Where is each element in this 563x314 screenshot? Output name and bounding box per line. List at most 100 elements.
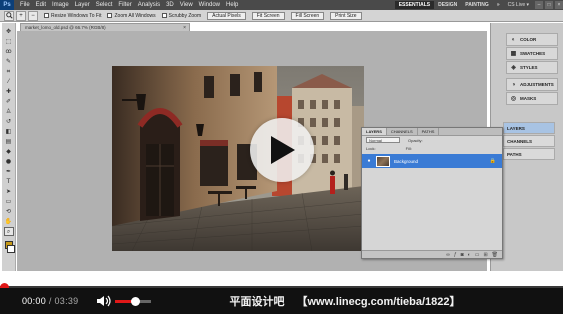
print-size-button[interactable]: Print Size — [330, 11, 362, 20]
type-tool-icon[interactable]: T — [4, 177, 14, 186]
quick-select-tool-icon[interactable]: ✎ — [4, 57, 14, 66]
color-panel-button[interactable]: ◐ COLOR — [506, 33, 558, 46]
menu-window[interactable]: Window — [199, 2, 220, 8]
eraser-tool-icon[interactable]: ◧ — [4, 127, 14, 136]
document-tab[interactable]: market_lomo_old.psd @ 66.7% (RGB/8) × — [20, 23, 190, 31]
zoom-tool-icon[interactable] — [4, 10, 14, 21]
color-panel-label: COLOR — [520, 37, 537, 42]
layer-name: Background — [394, 158, 419, 164]
panel-dock-layers-group: LAYERS CHANNELS PATHS — [503, 122, 558, 161]
menu-layer[interactable]: Layer — [75, 2, 90, 8]
masks-panel-button[interactable]: ◎ MASKS — [506, 92, 558, 105]
menu-bar: Ps File Edit Image Layer Select Filter A… — [0, 0, 563, 10]
menu-3d[interactable]: 3D — [166, 2, 174, 8]
layers-panel-button[interactable]: LAYERS — [503, 122, 555, 134]
workspace-painting[interactable]: PAINTING — [461, 1, 493, 9]
tab-layers[interactable]: LAYERS — [362, 128, 387, 135]
menu-help[interactable]: Help — [226, 2, 238, 8]
volume-icon[interactable] — [96, 295, 112, 307]
channels-panel-button[interactable]: CHANNELS — [503, 135, 555, 147]
volume-knob[interactable] — [131, 296, 141, 306]
menu-select[interactable]: Select — [96, 2, 113, 8]
add-mask-icon[interactable]: ◙ — [461, 252, 464, 258]
layers-panel-footer: ∞ ƒ ◙ ◐ ▭ ⊞ 🗑 — [362, 250, 502, 258]
street-photo-illustration — [112, 66, 364, 251]
gradient-tool-icon[interactable]: ▤ — [4, 137, 14, 146]
swatches-panel-button[interactable]: ▦ SWATCHES — [506, 47, 558, 60]
menu-image[interactable]: Image — [52, 2, 69, 8]
workspace-more[interactable]: » — [493, 1, 504, 9]
tab-channels[interactable]: CHANNELS — [387, 128, 418, 135]
opacity-label: Opacity: — [408, 137, 423, 143]
adjustments-panel-button[interactable]: ◑ ADJUSTMENTS — [506, 78, 558, 91]
play-button[interactable] — [250, 118, 314, 182]
move-tool-icon[interactable]: ✥ — [4, 27, 14, 36]
marquee-tool-icon[interactable]: ⬚ — [4, 37, 14, 46]
blur-tool-icon[interactable]: ◆ — [4, 147, 14, 156]
options-bar: + − Resize Windows To Fit Zoom All Windo… — [0, 10, 563, 22]
resize-windows-checkbox[interactable] — [44, 13, 49, 18]
duration: 03:39 — [54, 296, 79, 306]
new-layer-icon[interactable]: ⊞ — [483, 252, 487, 258]
zoom-in-icon[interactable]: + — [16, 10, 26, 21]
workspace-essentials[interactable]: ESSENTIALS — [394, 1, 435, 9]
toolbox: ✥ ⬚ ꝏ ✎ ⌗ ⁄ ✚ ✐ ♙ ↺ ◧ ▤ ◆ ● ✒ T ➤ ▭ ⟲ ✋ … — [2, 23, 16, 271]
pen-tool-icon[interactable]: ✒ — [4, 167, 14, 176]
photoshop-logo: Ps — [0, 0, 14, 10]
minimize-icon[interactable]: – — [535, 1, 543, 9]
layer-style-icon[interactable]: ƒ — [454, 252, 457, 258]
background-color-swatch[interactable] — [6, 245, 15, 253]
lasso-tool-icon[interactable]: ꝏ — [4, 47, 14, 56]
menu-analysis[interactable]: Analysis — [138, 2, 160, 8]
masks-panel-label: MASKS — [520, 96, 537, 101]
styles-panel-button[interactable]: ◈ STYLES — [506, 61, 558, 74]
crop-tool-icon[interactable]: ⌗ — [4, 67, 14, 76]
fill-screen-button[interactable]: Fill Screen — [290, 11, 325, 20]
eyedropper-tool-icon[interactable]: ⁄ — [4, 77, 14, 86]
tab-paths[interactable]: PATHS — [418, 128, 440, 135]
adjustment-layer-icon[interactable]: ◐ — [468, 252, 471, 258]
layer-row-background[interactable]: ● Background 🔒 — [362, 154, 502, 168]
blend-mode-select[interactable]: Normal — [366, 137, 400, 143]
lock-label: Lock: — [366, 145, 376, 151]
layers-panel-tabs: LAYERS CHANNELS PATHS — [362, 128, 502, 136]
zoom-all-windows-checkbox[interactable] — [107, 13, 113, 18]
delete-layer-icon[interactable]: 🗑 — [492, 252, 498, 258]
paths-panel-button[interactable]: PATHS — [503, 148, 555, 160]
swatches-icon: ▦ — [510, 51, 517, 57]
fit-screen-button[interactable]: Fit Screen — [251, 11, 285, 20]
path-select-tool-icon[interactable]: ➤ — [4, 187, 14, 196]
menu-edit[interactable]: Edit — [36, 2, 46, 8]
document-image[interactable] — [112, 66, 364, 251]
fill-label: Fill: — [405, 145, 412, 151]
history-brush-tool-icon[interactable]: ↺ — [4, 117, 14, 126]
volume-slider[interactable] — [115, 296, 152, 306]
cs-live-button[interactable]: CS Live ▾ — [508, 2, 529, 8]
3d-rotate-tool-icon[interactable]: ⟲ — [4, 207, 14, 216]
visibility-eye-icon[interactable]: ● — [366, 158, 372, 164]
maximize-icon[interactable]: □ — [545, 1, 553, 9]
zoom-tool-icon[interactable]: ⌕ — [3, 227, 14, 236]
watermark-url: 【www.linecg.com/tieba/1822】 — [296, 296, 461, 308]
swatches-panel-label: SWATCHES — [520, 51, 546, 56]
healing-tool-icon[interactable]: ✚ — [4, 87, 14, 96]
link-layers-icon[interactable]: ∞ — [446, 252, 450, 258]
close-icon[interactable]: × — [555, 1, 563, 9]
shape-tool-icon[interactable]: ▭ — [4, 197, 14, 206]
workspace-switcher: ESSENTIALS DESIGN PAINTING » CS Live ▾ –… — [394, 0, 563, 10]
new-group-icon[interactable]: ▭ — [475, 252, 480, 258]
menu-file[interactable]: File — [20, 2, 30, 8]
menu-filter[interactable]: Filter — [118, 2, 131, 8]
scrubby-zoom-checkbox[interactable] — [161, 13, 167, 18]
stamp-tool-icon[interactable]: ♙ — [4, 107, 14, 116]
tab-close-icon[interactable]: × — [183, 25, 186, 31]
actual-pixels-button[interactable]: Actual Pixels — [207, 11, 246, 20]
dodge-tool-icon[interactable]: ● — [4, 157, 14, 166]
menu-view[interactable]: View — [180, 2, 193, 8]
video-frame: Ps File Edit Image Layer Select Filter A… — [0, 0, 563, 314]
zoom-out-icon[interactable]: − — [28, 10, 38, 21]
brush-tool-icon[interactable]: ✐ — [4, 97, 14, 106]
layers-panel: LAYERS CHANNELS PATHS Normal Opacity: Lo… — [361, 127, 503, 259]
hand-tool-icon[interactable]: ✋ — [4, 217, 14, 226]
workspace-design[interactable]: DESIGN — [434, 1, 461, 9]
